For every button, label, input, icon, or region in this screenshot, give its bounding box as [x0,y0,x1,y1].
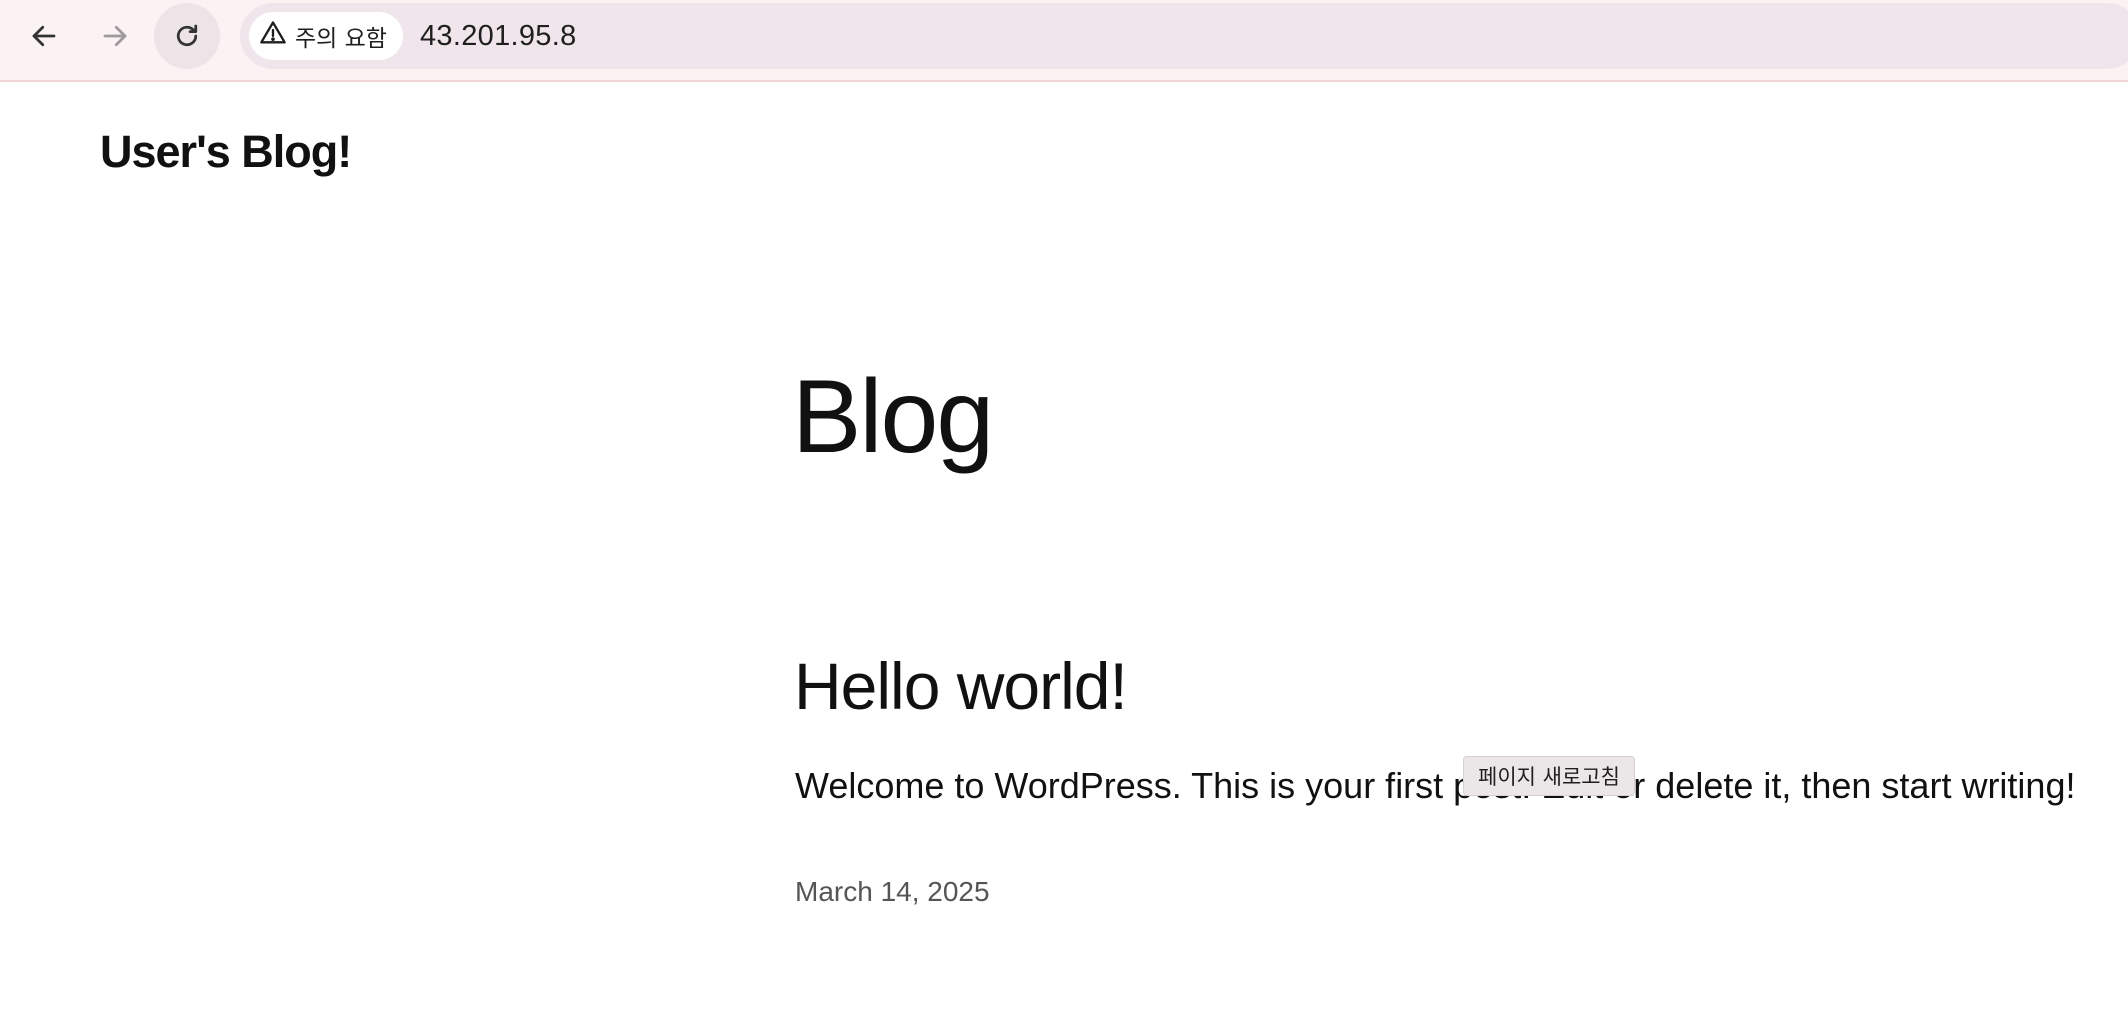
post-date: March 14, 2025 [795,876,990,907]
arrow-right-icon [100,21,130,51]
warning-triangle-icon [259,19,287,53]
security-label: 주의 요함 [295,26,387,52]
back-button[interactable] [11,3,77,69]
arrow-left-icon [29,21,59,51]
page-heading: Blog [792,359,994,475]
reload-tooltip: 페이지 새로고침 [1463,756,1635,796]
site-title[interactable]: User's Blog! [100,126,352,178]
post-excerpt: Welcome to WordPress. This is your first… [795,765,2076,806]
forward-button[interactable] [82,3,148,69]
security-chip[interactable]: 주의 요함 [249,12,403,60]
post-title[interactable]: Hello world! [794,650,1128,723]
browser-toolbar: 주의 요함 43.201.95.8 [0,0,2128,82]
reload-button[interactable] [154,3,220,69]
address-bar[interactable]: 주의 요함 43.201.95.8 [240,3,2128,69]
url-text[interactable]: 43.201.95.8 [420,3,577,69]
reload-icon [172,21,202,51]
